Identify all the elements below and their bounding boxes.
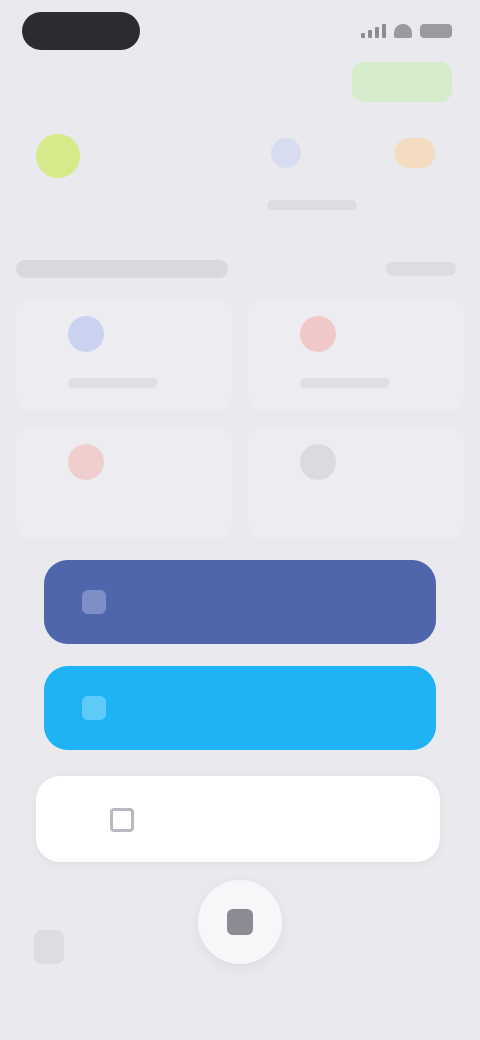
twitter-login-button[interactable] xyxy=(44,666,436,750)
signal-icon xyxy=(361,24,386,38)
shortcut-tile[interactable] xyxy=(16,298,232,410)
quick-action-icon xyxy=(36,134,80,178)
status-badge[interactable] xyxy=(352,62,452,102)
quick-action-icon xyxy=(270,138,301,168)
shortcut-label xyxy=(300,378,390,388)
shortcut-icon xyxy=(68,444,104,480)
shortcut-label xyxy=(68,378,158,388)
time-pill xyxy=(22,12,140,50)
shortcut-tile[interactable] xyxy=(248,426,464,538)
shortcut-tile[interactable] xyxy=(16,426,232,538)
shortcut-icon xyxy=(300,316,336,352)
quick-action[interactable] xyxy=(171,112,357,232)
shortcut-icon xyxy=(68,316,104,352)
section-header xyxy=(16,254,464,284)
battery-icon xyxy=(420,24,452,38)
mail-icon xyxy=(110,808,134,832)
section-title xyxy=(16,260,228,278)
home-button[interactable] xyxy=(198,880,282,964)
twitter-icon xyxy=(82,696,106,720)
shortcut-tile[interactable] xyxy=(248,298,464,410)
sign-in-screen xyxy=(0,0,480,1040)
quick-actions-row xyxy=(16,112,480,232)
facebook-login-button[interactable] xyxy=(44,560,436,644)
email-login-button[interactable] xyxy=(36,776,440,862)
shortcut-icon xyxy=(300,444,336,480)
status-bar xyxy=(0,0,480,64)
settings-icon[interactable] xyxy=(34,930,64,964)
quick-action[interactable] xyxy=(325,112,480,232)
shortcut-grid xyxy=(16,298,464,538)
wifi-icon xyxy=(394,24,412,38)
quick-action-icon xyxy=(395,138,436,168)
home-icon xyxy=(227,909,253,935)
section-see-all-link[interactable] xyxy=(386,262,456,276)
facebook-icon xyxy=(82,590,106,614)
status-icons xyxy=(356,22,452,40)
quick-action[interactable] xyxy=(16,112,171,232)
